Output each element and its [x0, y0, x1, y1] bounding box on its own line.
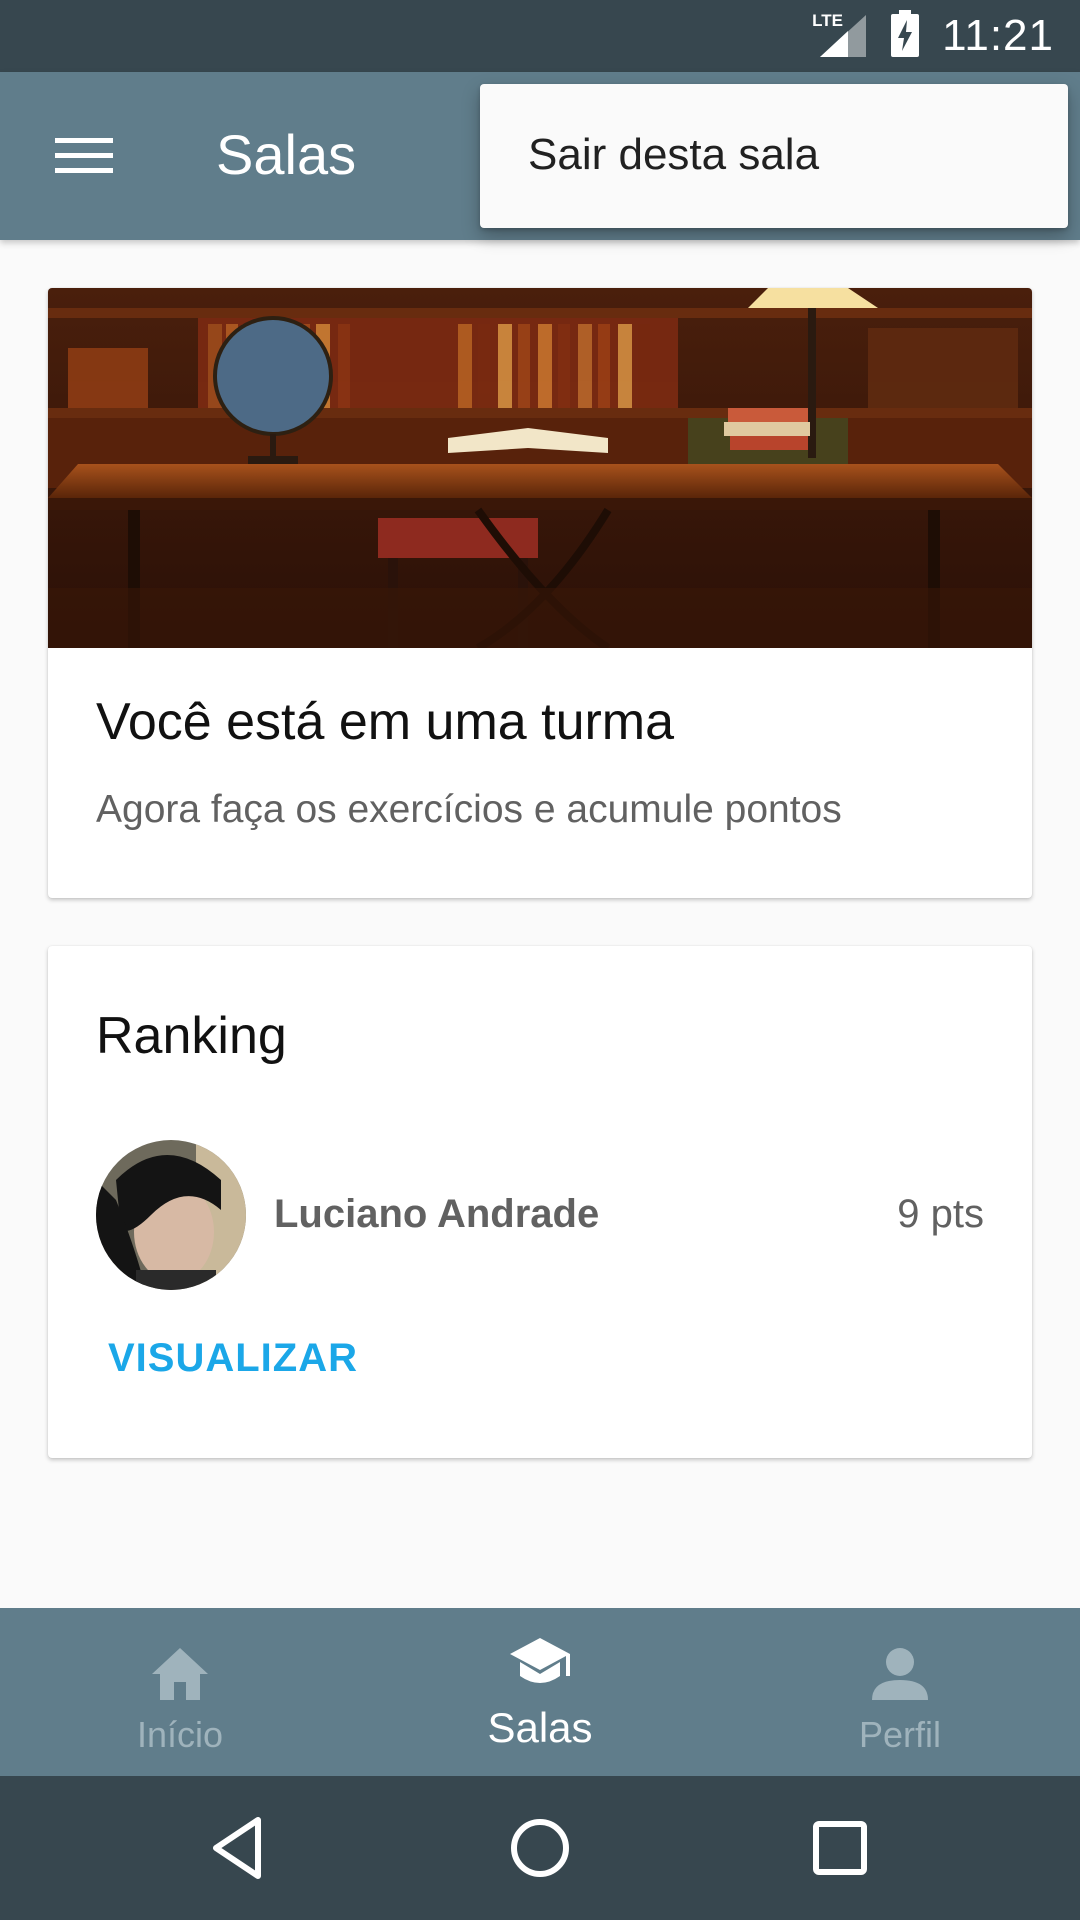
recents-icon[interactable]: [804, 1812, 876, 1884]
status-bar: LTE 11:21: [0, 0, 1080, 72]
nav-label-perfil: Perfil: [858, 1714, 942, 1755]
class-card-subtitle: Agora faça os exercícios e acumule ponto…: [96, 788, 842, 831]
avatar: [96, 1140, 246, 1290]
nav-label-salas: Salas: [487, 1704, 593, 1751]
class-card-title: Você está em uma turma: [96, 693, 675, 751]
overflow-popup-menu: Sair desta sala: [480, 84, 1068, 228]
library-desk-photo: [48, 288, 1032, 648]
ranking-title: Ranking: [96, 1007, 287, 1065]
person-icon: [868, 1642, 932, 1706]
ranking-user-points: 9 pts: [897, 1192, 984, 1236]
page-title: Salas: [216, 123, 357, 186]
view-ranking-button[interactable]: VISUALIZAR: [108, 1336, 358, 1381]
lte-signal-icon: LTE: [812, 11, 868, 59]
nav-item-inicio[interactable]: Início: [0, 1608, 360, 1776]
leave-room-menu-item[interactable]: Sair desta sala: [528, 130, 819, 180]
hamburger-menu-icon[interactable]: [40, 116, 128, 196]
home-circle-icon[interactable]: [504, 1812, 576, 1884]
ranking-user-name: Luciano Andrade: [274, 1192, 600, 1236]
school-icon: [508, 1632, 572, 1696]
bottom-navigation: Início Salas Perfil: [0, 1608, 1080, 1776]
ranking-card: Ranking Luciano Andrade 9 pts VISUALIZAR: [48, 946, 1032, 1458]
battery-charging-icon: [890, 9, 920, 63]
status-icons: LTE 11:21: [812, 0, 1054, 72]
clock: 11:21: [942, 11, 1054, 60]
back-icon[interactable]: [204, 1812, 276, 1884]
ranking-row[interactable]: Luciano Andrade 9 pts: [96, 1140, 984, 1290]
nav-item-perfil[interactable]: Perfil: [720, 1608, 1080, 1776]
home-icon: [148, 1642, 212, 1706]
system-navigation-bar: [0, 1776, 1080, 1920]
class-card: Você está em uma turma Agora faça os exe…: [48, 288, 1032, 898]
network-type-label: LTE: [812, 11, 844, 30]
nav-item-salas[interactable]: Salas: [360, 1608, 720, 1776]
nav-label-inicio: Início: [136, 1714, 224, 1755]
